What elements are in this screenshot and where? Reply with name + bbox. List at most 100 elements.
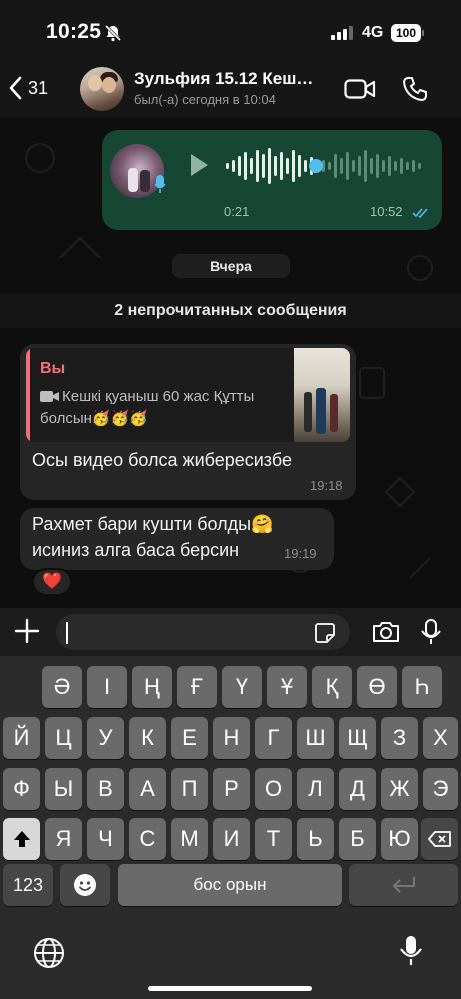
voice-message-bubble[interactable]: 0:21 10:52 bbox=[102, 130, 442, 230]
key[interactable]: У bbox=[87, 717, 124, 759]
key[interactable]: Ф bbox=[3, 768, 40, 810]
key[interactable]: Ч bbox=[87, 818, 124, 860]
key[interactable]: Һ bbox=[402, 666, 442, 708]
backspace-icon bbox=[427, 831, 451, 847]
key[interactable]: Л bbox=[297, 768, 334, 810]
key[interactable]: Я bbox=[45, 818, 82, 860]
emoji-key[interactable] bbox=[60, 864, 110, 906]
key[interactable]: І bbox=[87, 666, 127, 708]
key[interactable]: Қ bbox=[312, 666, 352, 708]
back-button[interactable]: 31 bbox=[8, 76, 48, 100]
space-key[interactable]: бос орын bbox=[118, 864, 342, 906]
date-separator: Вчера bbox=[172, 254, 290, 278]
key[interactable]: Ө bbox=[357, 666, 397, 708]
return-key[interactable] bbox=[349, 864, 458, 906]
key[interactable]: Ң bbox=[132, 666, 172, 708]
play-icon[interactable] bbox=[188, 152, 210, 183]
quote-accent-bar bbox=[26, 348, 30, 442]
chat-area[interactable]: 0:21 10:52 Вчера 2 непрочитанных сообщен… bbox=[0, 118, 461, 608]
plus-icon[interactable] bbox=[14, 618, 40, 649]
key[interactable]: Ш bbox=[297, 717, 334, 759]
contact-name[interactable]: Зульфия 15.12 Кеш… bbox=[134, 69, 330, 89]
chevron-left-icon bbox=[9, 76, 22, 100]
unread-chats-count: 31 bbox=[28, 77, 49, 98]
key[interactable]: Х bbox=[423, 717, 458, 759]
cellular-signal-icon bbox=[331, 26, 353, 45]
playback-progress-thumb[interactable] bbox=[309, 159, 323, 173]
key[interactable]: М bbox=[171, 818, 208, 860]
keyboard: Ә І Ң Ғ Ү Ұ Қ Ө Һ Й Ц У К Е Н Г Ш Щ З Х … bbox=[0, 656, 461, 999]
key[interactable]: Э bbox=[423, 768, 458, 810]
key[interactable]: Ғ bbox=[177, 666, 217, 708]
bell-muted-icon bbox=[104, 24, 122, 47]
home-indicator bbox=[148, 986, 312, 991]
emoji-icon bbox=[74, 874, 96, 896]
key[interactable]: Г bbox=[255, 717, 292, 759]
key[interactable]: Ы bbox=[45, 768, 82, 810]
unread-messages-banner: 2 непрочитанных сообщения bbox=[0, 294, 461, 328]
video-thumbnail[interactable] bbox=[294, 348, 350, 442]
key[interactable]: Д bbox=[339, 768, 376, 810]
message-input[interactable] bbox=[56, 614, 350, 650]
status-bar: 10:25 4G 100 bbox=[0, 0, 461, 64]
read-checkmark-icon bbox=[412, 206, 430, 224]
quoted-message[interactable]: Вы Кешкі қуаныш 60 жас Құтты болсын🥳🥳🥳 bbox=[26, 348, 350, 442]
key[interactable]: В bbox=[87, 768, 124, 810]
shift-icon bbox=[13, 831, 30, 847]
chat-header: 31 Зульфия 15.12 Кеш… был(-а) сегодня в … bbox=[0, 64, 461, 118]
key[interactable]: Т bbox=[255, 818, 292, 860]
microphone-icon[interactable] bbox=[420, 618, 442, 651]
heart-reaction[interactable]: ❤️ bbox=[32, 568, 72, 596]
key[interactable]: К bbox=[129, 717, 166, 759]
globe-icon[interactable] bbox=[32, 936, 66, 975]
key[interactable]: Ү bbox=[222, 666, 262, 708]
phone-icon[interactable] bbox=[402, 76, 428, 107]
status-time: 10:25 bbox=[46, 20, 102, 43]
key[interactable]: С bbox=[129, 818, 166, 860]
quote-author: Вы bbox=[40, 360, 66, 377]
key[interactable]: Р bbox=[213, 768, 250, 810]
key[interactable]: Й bbox=[3, 717, 40, 759]
camera-icon[interactable] bbox=[371, 620, 401, 649]
message-text: Осы видео болса жибересизбе bbox=[32, 450, 292, 470]
delete-key[interactable] bbox=[421, 818, 458, 860]
battery-indicator: 100 bbox=[391, 24, 421, 42]
key[interactable]: Ь bbox=[297, 818, 334, 860]
key[interactable]: О bbox=[255, 768, 292, 810]
key[interactable]: Ә bbox=[42, 666, 82, 708]
return-icon bbox=[392, 877, 415, 893]
voice-duration: 0:21 bbox=[224, 204, 250, 219]
message-time: 19:18 bbox=[310, 478, 343, 493]
video-camera-icon[interactable] bbox=[344, 78, 376, 105]
key[interactable]: А bbox=[129, 768, 166, 810]
message-composer bbox=[0, 608, 461, 656]
sticker-icon[interactable] bbox=[314, 622, 336, 649]
key[interactable]: Н bbox=[213, 717, 250, 759]
key[interactable]: П bbox=[171, 768, 208, 810]
message-time: 19:19 bbox=[284, 546, 317, 561]
numbers-key[interactable]: 123 bbox=[3, 864, 53, 906]
message-time: 10:52 bbox=[370, 204, 403, 219]
microphone-icon bbox=[154, 174, 166, 199]
key[interactable]: Ц bbox=[45, 717, 82, 759]
key[interactable]: Б bbox=[339, 818, 376, 860]
dictation-microphone-icon[interactable] bbox=[398, 934, 424, 973]
network-type: 4G bbox=[362, 24, 384, 41]
text-caret bbox=[66, 622, 68, 644]
shift-key[interactable] bbox=[3, 818, 40, 860]
key[interactable]: Е bbox=[171, 717, 208, 759]
voice-waveform[interactable] bbox=[226, 146, 426, 186]
key[interactable]: И bbox=[213, 818, 250, 860]
incoming-message-bubble[interactable]: Рахмет бари кушти болды🤗 исиниз алга бас… bbox=[20, 508, 334, 570]
key[interactable]: Ұ bbox=[267, 666, 307, 708]
key[interactable]: З bbox=[381, 717, 418, 759]
message-text: Рахмет бари кушти болды🤗 bbox=[32, 514, 274, 534]
incoming-message-bubble[interactable]: Вы Кешкі қуаныш 60 жас Құтты болсын🥳🥳🥳 О… bbox=[20, 344, 356, 500]
key[interactable]: Ж bbox=[381, 768, 418, 810]
key[interactable]: Ю bbox=[381, 818, 418, 860]
battery-tip bbox=[422, 30, 424, 36]
contact-avatar[interactable] bbox=[80, 67, 124, 111]
quote-text: Кешкі қуаныш 60 жас Құтты болсын🥳🥳🥳 bbox=[40, 388, 255, 427]
message-text: исиниз алга баса берсин bbox=[32, 540, 240, 560]
key[interactable]: Щ bbox=[339, 717, 376, 759]
